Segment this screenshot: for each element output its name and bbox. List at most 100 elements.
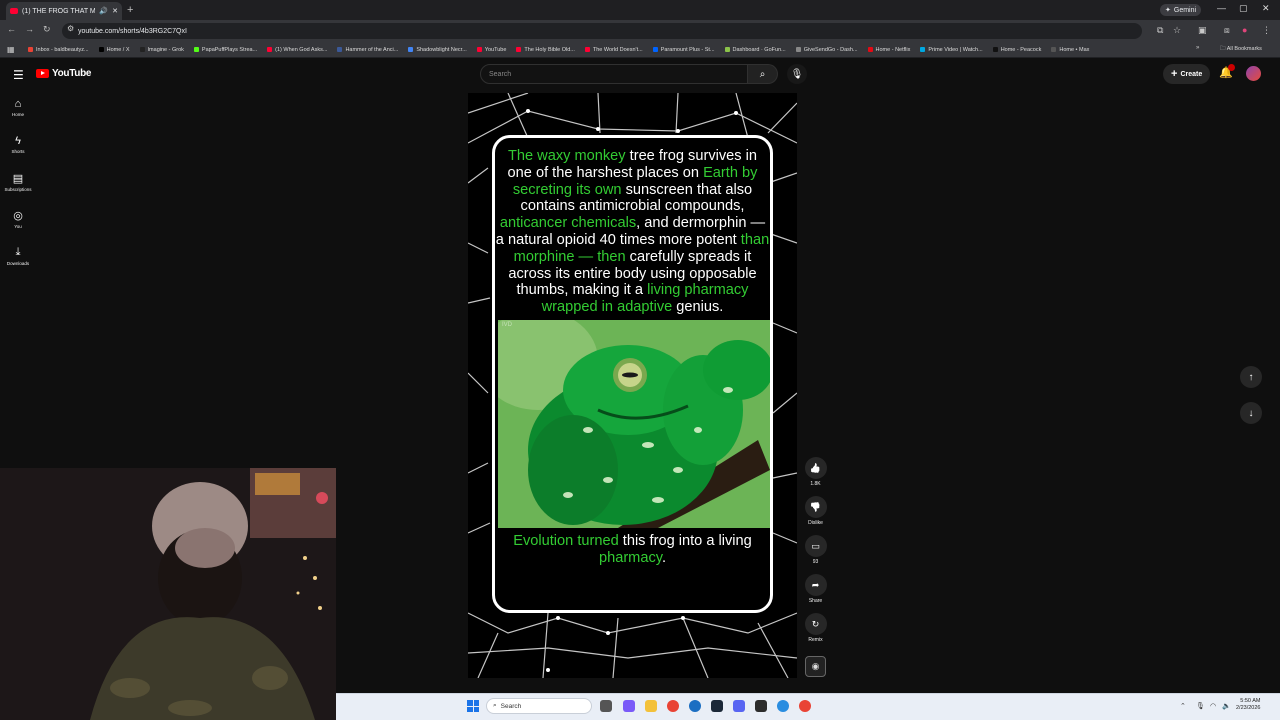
clock-date: 2/23/2026 <box>1236 705 1261 711</box>
file-explorer-icon[interactable] <box>645 700 657 712</box>
bookmark-favicon-icon <box>267 47 273 52</box>
volume-icon[interactable]: 🔈 <box>1222 702 1231 710</box>
sidepanel-icon[interactable]: ▣ <box>1198 25 1207 36</box>
extensions-icon[interactable]: ⧈ <box>1224 25 1230 36</box>
gemini-button[interactable]: ✦ Gemini <box>1160 4 1202 16</box>
app-icon[interactable] <box>755 700 767 712</box>
tab-close-icon[interactable]: ✕ <box>112 7 118 15</box>
channel-avatar[interactable]: ◉ <box>805 656 826 677</box>
windows-logo-tile <box>473 700 479 706</box>
bookmark-favicon-icon <box>98 47 104 52</box>
next-short-button[interactable]: ↓ <box>1240 402 1262 424</box>
forward-icon[interactable]: → <box>25 24 34 34</box>
bookmark-item[interactable]: Prime Video | Watch... <box>920 47 983 53</box>
youtube-logo[interactable]: YouTube <box>36 68 92 79</box>
minimize-button[interactable]: — <box>1217 3 1226 13</box>
bookmark-item[interactable]: The Holy Bible Old... <box>516 47 575 53</box>
site-info-icon[interactable]: ⚙ <box>67 24 74 33</box>
browser-tab[interactable]: (1) THE FROG THAT MAKES 🔊 ✕ <box>6 2 122 20</box>
browser-tab-strip <box>0 0 1280 20</box>
all-bookmarks-button[interactable]: 🗀 All Bookmarks <box>1220 45 1262 54</box>
remix-button[interactable]: ↻ <box>804 613 827 635</box>
thumbs-down-icon: 👎 <box>809 501 822 512</box>
caption-main: The waxy monkey tree frog survives in on… <box>495 148 770 316</box>
mic-tray-icon[interactable]: 🎙 <box>1196 702 1205 710</box>
tray-chevron-icon[interactable]: ⌃ <box>1180 702 1186 710</box>
url-field[interactable]: youtube.com/shorts/4b3RG2C7QxI <box>62 23 1142 39</box>
bookmark-favicon-icon <box>28 47 33 52</box>
chrome-menu-icon[interactable]: ⋮ <box>1262 25 1271 36</box>
install-icon[interactable]: ⧉ <box>1157 25 1163 36</box>
steam-icon[interactable] <box>711 700 723 712</box>
youtube-play-icon <box>36 69 49 78</box>
back-icon[interactable]: ← <box>7 24 16 34</box>
reload-icon[interactable]: ↻ <box>43 24 51 35</box>
thumbs-up-icon: 👍 <box>809 462 822 473</box>
bookmark-label: Home • Max <box>1059 46 1090 53</box>
dislike-button[interactable]: 👎 <box>804 496 827 518</box>
bookmark-item[interactable]: Home • Max <box>1051 47 1089 53</box>
hamburger-menu-icon[interactable]: ☰ <box>13 68 24 82</box>
taskbar-clock[interactable]: 5:50 AM 2/23/2026 <box>1236 698 1260 712</box>
apps-grid-icon[interactable]: ▦ <box>7 45 15 54</box>
bookmark-item[interactable]: Home - Netflix <box>867 47 910 53</box>
bookmark-item[interactable]: Imagine - Grok <box>139 47 184 53</box>
bookmark-item[interactable]: Home / X <box>98 46 130 53</box>
like-button[interactable]: 👍 <box>804 457 827 479</box>
new-tab-button[interactable]: + <box>127 4 133 16</box>
search-button[interactable]: ⌕ <box>748 64 778 84</box>
bookmark-star-icon[interactable]: ☆ <box>1173 25 1181 36</box>
bookmark-item[interactable]: Dashboard · GoFun... <box>724 47 786 53</box>
plus-icon: + <box>1171 68 1178 80</box>
bookmark-item[interactable]: GiveSendGo - Dash... <box>795 47 858 53</box>
voice-search-button[interactable]: 🎙 <box>787 64 807 84</box>
bookmark-item[interactable]: Inbox - baldbeautyz... <box>28 47 89 53</box>
windows-logo-tile <box>467 700 473 706</box>
bookmark-item[interactable]: Shadowblight Necr... <box>408 47 467 53</box>
start-button[interactable] <box>467 700 479 712</box>
bookmark-favicon-icon <box>795 47 801 52</box>
bookmark-item[interactable]: Paramount Plus - St... <box>652 47 715 53</box>
bookmark-item[interactable]: (1) When God Asks... <box>267 47 327 53</box>
sidebar-item-downloads[interactable]: ⤓ Downloads <box>0 246 36 266</box>
arrow-up-icon: ↑ <box>1248 371 1254 383</box>
account-avatar[interactable] <box>1246 66 1261 81</box>
bookmark-item[interactable]: Hammer of the Anci... <box>337 47 398 53</box>
sidebar-item-home[interactable]: ⌂ Home <box>0 98 36 117</box>
create-button[interactable]: + Create <box>1163 64 1211 84</box>
sidebar-item-you[interactable]: ◎ You <box>0 209 36 229</box>
browser-taskbar-icon[interactable] <box>777 700 789 712</box>
more-bookmarks-icon[interactable]: » <box>1196 45 1199 51</box>
maximize-button[interactable]: ▢ <box>1239 3 1248 14</box>
copilot-icon[interactable] <box>623 700 635 712</box>
sidebar-item-shorts[interactable]: ϟ Shorts <box>0 135 36 154</box>
caption-text: genius. <box>672 299 724 316</box>
comments-button[interactable]: ▭ <box>804 535 827 557</box>
previous-short-button[interactable]: ↑ <box>1240 366 1262 388</box>
bookmark-item[interactable]: Home - Peacock <box>992 47 1041 53</box>
profile-icon[interactable]: ● <box>1242 25 1247 35</box>
bookmark-label: Inbox - baldbeautyz... <box>36 46 89 53</box>
chrome-taskbar-icon[interactable] <box>667 700 679 712</box>
folder-icon: 🗀 <box>1220 46 1226 52</box>
chrome-active-taskbar-icon[interactable] <box>799 700 811 712</box>
sidebar-item-subscriptions[interactable]: ▤ Subscriptions <box>0 172 36 192</box>
audio-icon[interactable]: 🔊 <box>99 7 108 15</box>
discord-icon[interactable] <box>733 700 745 712</box>
bookmark-item[interactable]: YouTube <box>476 47 506 53</box>
dislike-action: 👎 Dislike <box>804 496 827 526</box>
share-button[interactable]: ➦ <box>804 574 827 596</box>
bookmark-item[interactable]: The World Doesn't... <box>584 47 643 53</box>
task-view-icon[interactable] <box>600 700 612 712</box>
windows-logo-tile <box>467 706 473 712</box>
wifi-icon[interactable]: ◠ <box>1210 702 1216 710</box>
search-input[interactable]: Search <box>480 64 748 84</box>
bookmark-label: Home / X <box>106 46 130 53</box>
window-close-button[interactable]: ✕ <box>1262 3 1270 14</box>
sidebar-item-label: You <box>14 224 22 229</box>
edge-taskbar-icon[interactable] <box>689 700 701 712</box>
bookmark-favicon-icon <box>408 47 414 52</box>
taskbar-search[interactable]: ⌕ Search <box>486 698 592 714</box>
bookmark-item[interactable]: PapaPuffPlays Strea... <box>193 47 257 53</box>
comments-label: 93 <box>812 559 819 565</box>
